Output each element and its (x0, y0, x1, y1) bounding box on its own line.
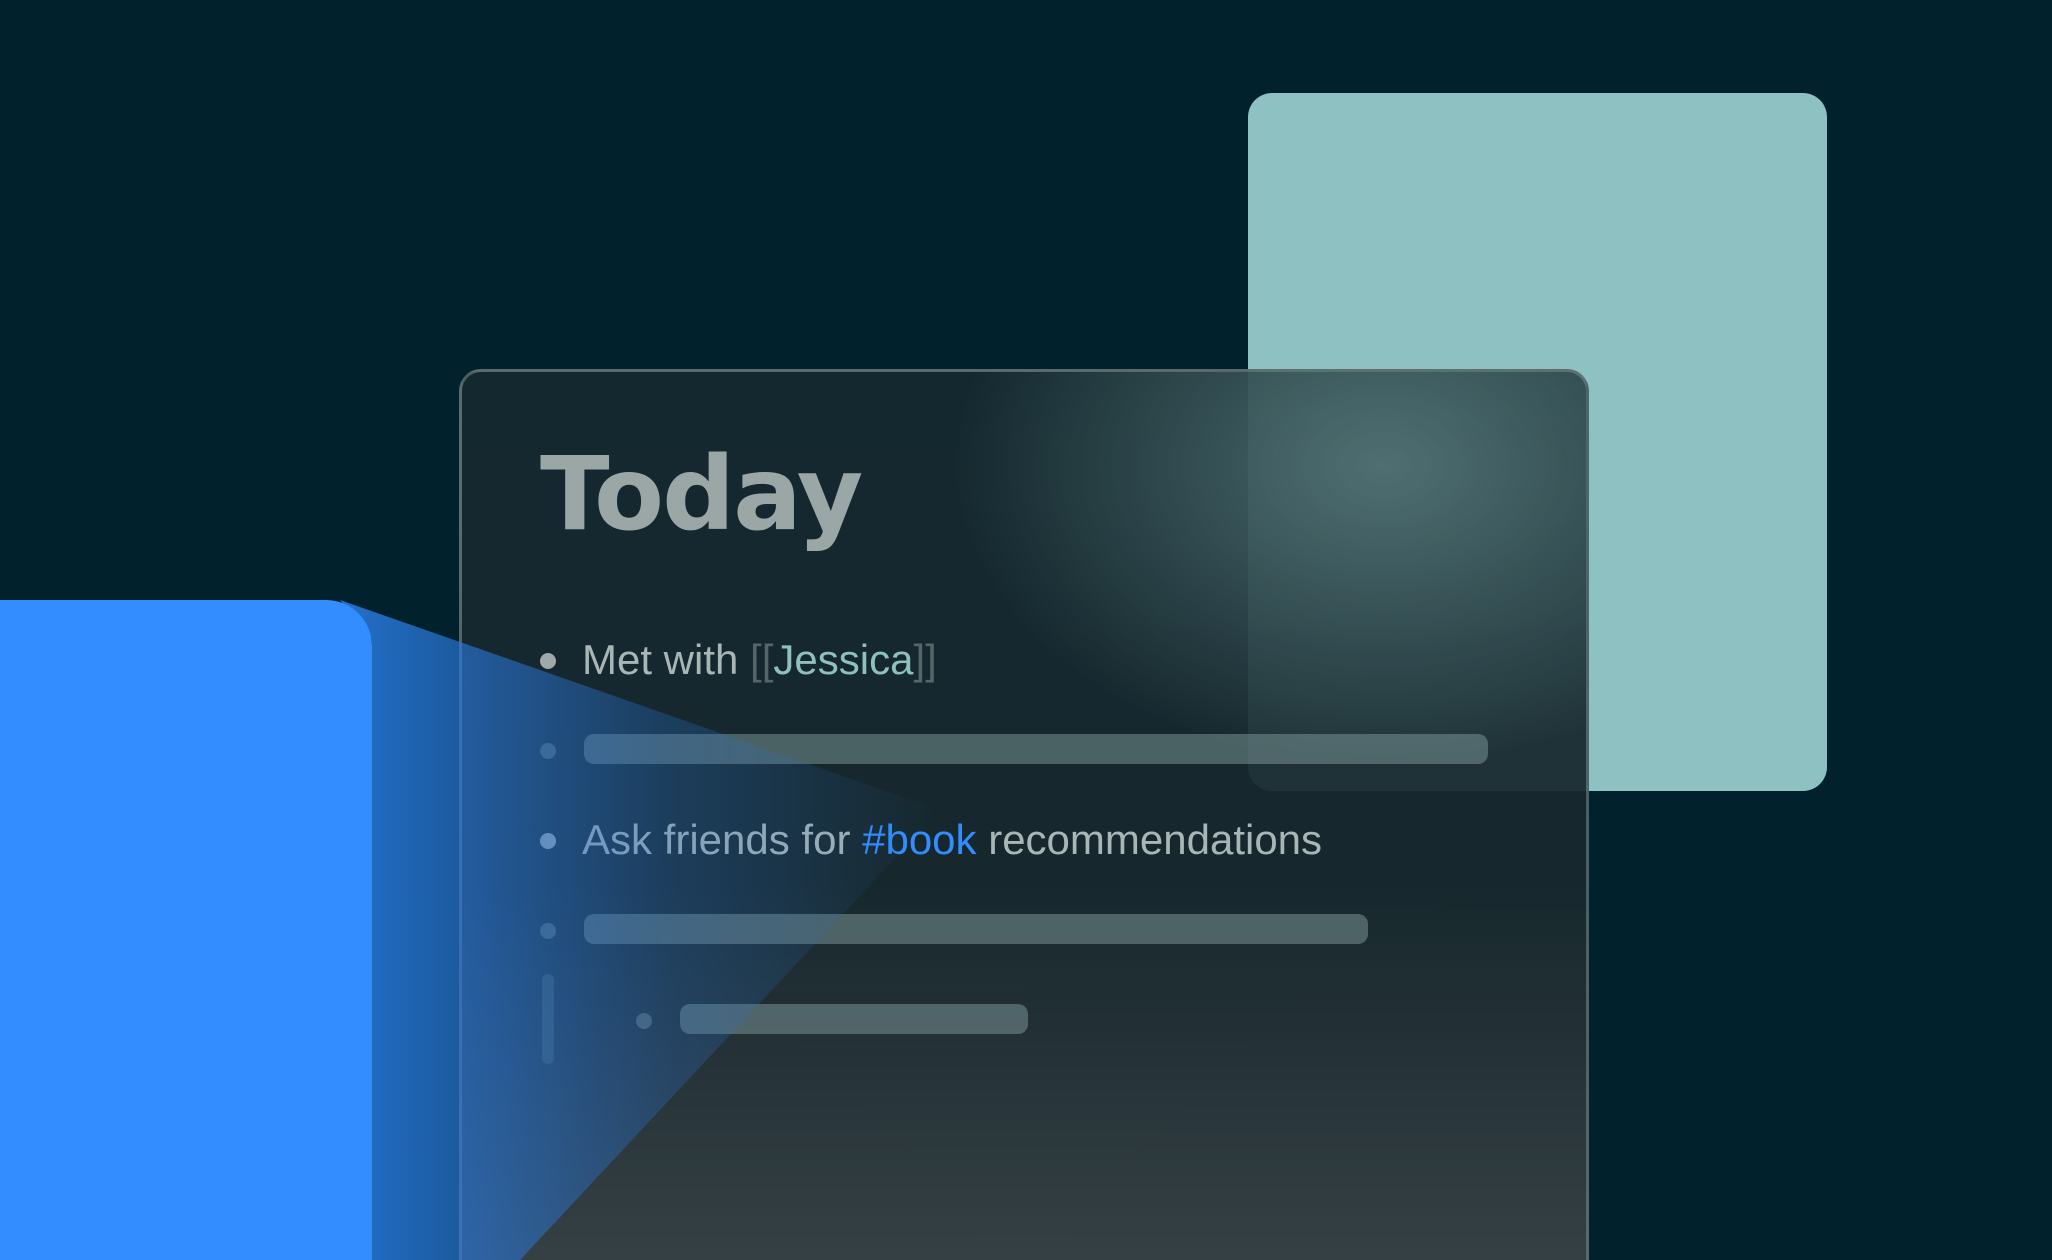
bullet-icon (636, 1013, 652, 1029)
list-item-met-with: Met with [[Jessica]] (582, 639, 937, 681)
bullet-icon (540, 743, 556, 759)
bullet-icon (540, 653, 556, 669)
bullet-icon (540, 923, 556, 939)
placeholder-line (680, 1004, 1028, 1034)
blue-foreground-card (0, 600, 372, 1260)
tag-book[interactable]: #book (862, 816, 976, 863)
link-close-brackets: ]] (913, 636, 937, 683)
placeholder-line (584, 914, 1368, 944)
note-card: Today Met with [[Jessica]] Ask friends f… (459, 369, 1589, 1260)
list-item-text-suffix: recommendations (976, 816, 1323, 863)
list-item-ask-friends: Ask friends for #book recommendations (582, 819, 1322, 861)
illustration-stage: Today Met with [[Jessica]] Ask friends f… (0, 0, 2052, 1260)
indent-guide (542, 974, 554, 1064)
list-item-text: Met with (582, 636, 751, 683)
list-item-text: Ask friends for (582, 816, 863, 863)
page-title: Today (540, 435, 863, 554)
placeholder-line (584, 734, 1488, 764)
page-link-jessica[interactable]: Jessica (773, 636, 913, 683)
link-open-brackets: [[ (750, 636, 774, 683)
bullet-icon (540, 833, 556, 849)
